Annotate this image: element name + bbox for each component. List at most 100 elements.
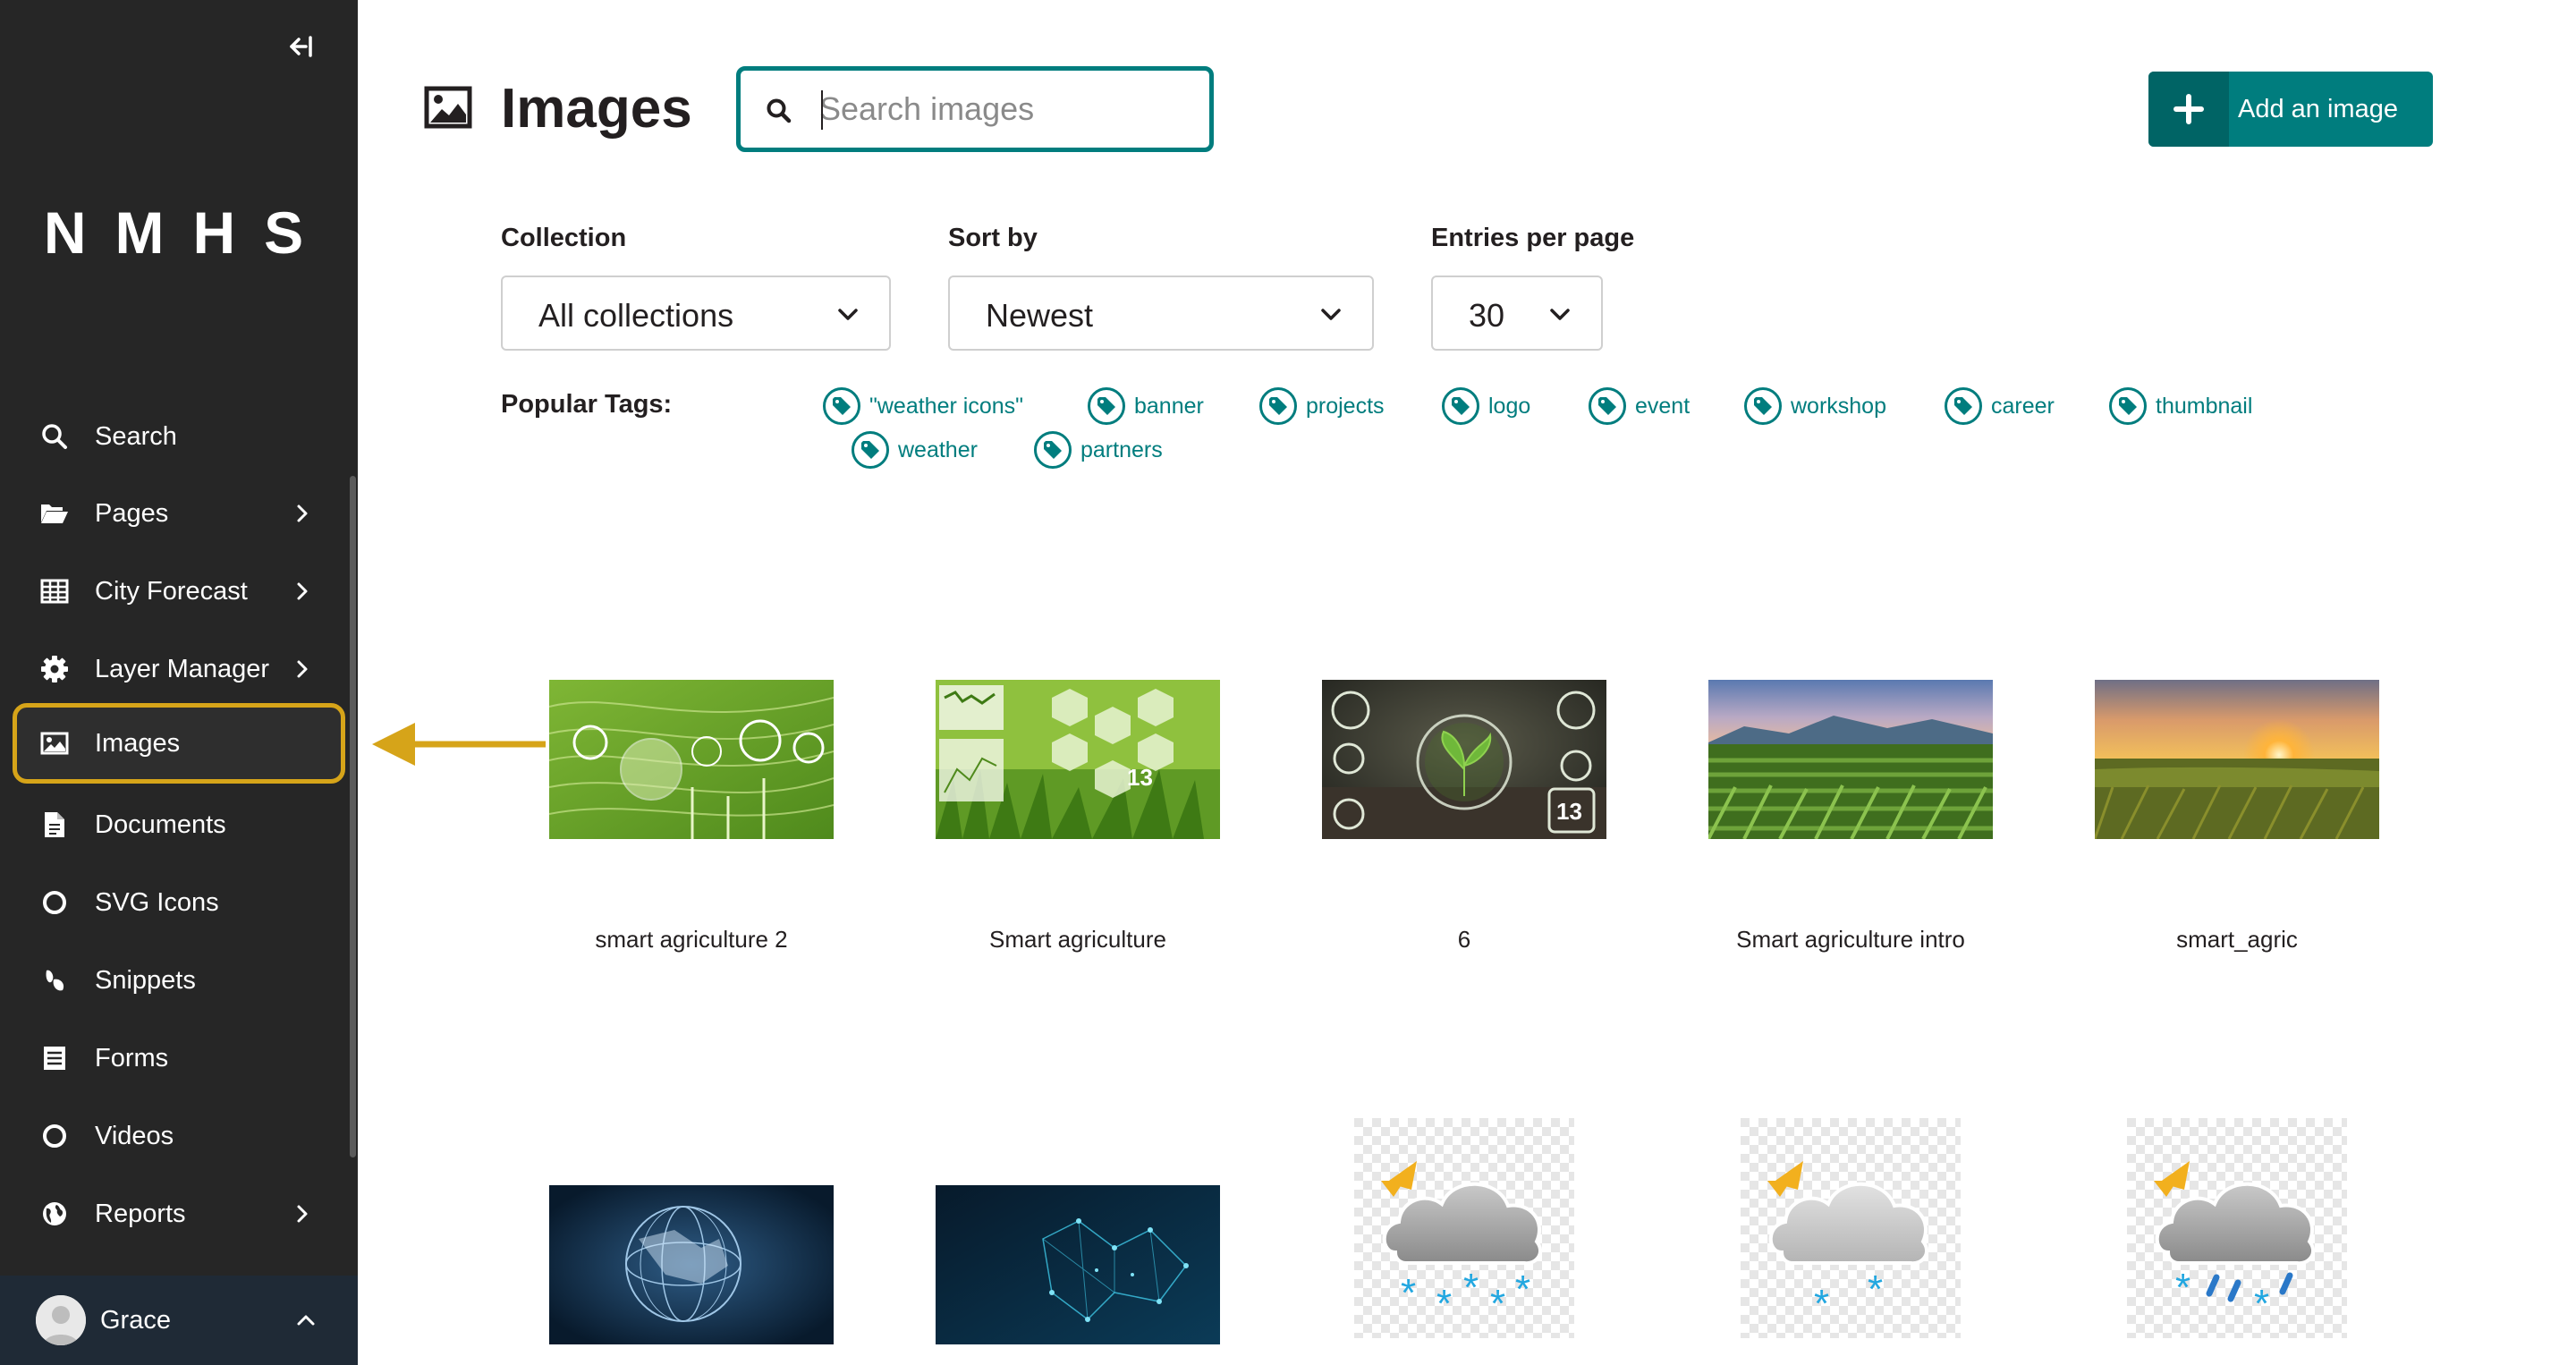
image-thumbnail[interactable] bbox=[936, 1185, 1220, 1344]
tag-weather-icons[interactable]: "weather icons" bbox=[823, 386, 1023, 426]
chevron-down-icon bbox=[1321, 309, 1341, 320]
tag-label: weather bbox=[898, 437, 978, 462]
tag-label: partners bbox=[1080, 437, 1163, 462]
plus-icon-container bbox=[2148, 72, 2229, 147]
text-caret bbox=[821, 90, 823, 130]
sidebar-item-label: Search bbox=[95, 421, 177, 451]
entries-per-page-value: 30 bbox=[1469, 297, 1505, 334]
page-title: Images bbox=[501, 78, 692, 140]
collection-select[interactable]: All collections bbox=[501, 276, 891, 351]
tag-label: event bbox=[1635, 393, 1690, 419]
svg-text:*: * bbox=[2254, 1282, 2269, 1326]
entries-per-page-select[interactable]: 30 bbox=[1431, 276, 1603, 351]
image-thumbnail[interactable] bbox=[1708, 680, 1993, 839]
svg-text:*: * bbox=[1463, 1266, 1479, 1310]
sidebar-item-images[interactable]: Images bbox=[13, 703, 345, 784]
circle-icon bbox=[39, 1121, 70, 1151]
image-thumbnail[interactable] bbox=[2095, 680, 2379, 839]
image-thumbnail[interactable]: 13 bbox=[936, 680, 1220, 839]
image-thumbnail[interactable]: * * * * * bbox=[1354, 1118, 1574, 1338]
tag-logo[interactable]: logo bbox=[1442, 386, 1530, 426]
tag-weather[interactable]: weather bbox=[852, 430, 978, 470]
globe-icon bbox=[39, 1199, 70, 1229]
svg-text:13: 13 bbox=[1127, 764, 1153, 791]
tag-label: banner bbox=[1134, 393, 1204, 419]
svg-text:*: * bbox=[1401, 1271, 1416, 1315]
tag-icon bbox=[1442, 387, 1479, 425]
sidebar-item-forms[interactable]: Forms bbox=[13, 1021, 345, 1096]
sort-label: Sort by bbox=[948, 224, 1038, 252]
search-icon bbox=[767, 98, 792, 123]
chevron-down-icon bbox=[1550, 309, 1570, 320]
image-thumbnail[interactable]: * * bbox=[2127, 1118, 2347, 1338]
sort-value: Newest bbox=[986, 297, 1094, 334]
chevron-right-icon bbox=[297, 1205, 308, 1223]
sidebar-item-svg-icons[interactable]: SVG Icons bbox=[13, 865, 345, 940]
form-icon bbox=[39, 1043, 70, 1073]
svg-text:*: * bbox=[2175, 1266, 2190, 1310]
add-image-label: Add an image bbox=[2238, 95, 2398, 123]
image-thumbnail[interactable]: 13 bbox=[1322, 680, 1606, 839]
image-title[interactable]: smart_agric bbox=[2044, 926, 2430, 954]
chevron-up-icon bbox=[297, 1315, 315, 1326]
table-icon bbox=[39, 576, 70, 606]
collection-value: All collections bbox=[538, 297, 734, 334]
svg-text:*: * bbox=[1436, 1282, 1452, 1326]
tag-event[interactable]: event bbox=[1589, 386, 1690, 426]
image-title[interactable]: Smart agriculture intro bbox=[1657, 926, 2044, 954]
search-box[interactable] bbox=[736, 66, 1214, 152]
user-menu[interactable]: Grace bbox=[0, 1276, 358, 1365]
tag-banner[interactable]: banner bbox=[1088, 386, 1204, 426]
image-thumbnail[interactable] bbox=[549, 1185, 834, 1344]
search-input[interactable] bbox=[819, 87, 1195, 131]
image-icon bbox=[39, 728, 70, 759]
sidebar-item-city-forecast[interactable]: City Forecast bbox=[13, 554, 345, 629]
add-image-button[interactable]: Add an image bbox=[2148, 72, 2433, 147]
image-icon bbox=[424, 86, 472, 129]
sidebar-item-label: Layer Manager bbox=[95, 654, 270, 683]
sidebar-item-label: SVG Icons bbox=[95, 887, 219, 917]
plus-icon bbox=[2174, 94, 2204, 124]
tag-icon bbox=[1088, 387, 1125, 425]
tag-projects[interactable]: projects bbox=[1259, 386, 1385, 426]
collapse-sidebar-button[interactable] bbox=[283, 30, 315, 63]
chevron-right-icon bbox=[297, 504, 308, 522]
sidebar-item-search[interactable]: Search bbox=[13, 399, 345, 474]
brand-logo[interactable]: NMHS bbox=[0, 199, 358, 267]
sort-select[interactable]: Newest bbox=[948, 276, 1374, 351]
tag-thumbnail[interactable]: thumbnail bbox=[2109, 386, 2252, 426]
tag-icon bbox=[823, 387, 860, 425]
sidebar-item-label: City Forecast bbox=[95, 576, 248, 606]
sidebar-item-layer-manager[interactable]: Layer Manager bbox=[13, 632, 345, 707]
circle-icon bbox=[39, 887, 70, 918]
tag-workshop[interactable]: workshop bbox=[1744, 386, 1886, 426]
svg-text:*: * bbox=[1515, 1268, 1530, 1311]
sidebar-item-label: Forms bbox=[95, 1043, 169, 1072]
sidebar-item-documents[interactable]: Documents bbox=[13, 787, 345, 862]
image-thumbnail[interactable]: * * bbox=[1741, 1118, 1961, 1338]
sidebar: NMHS Search Pages City Forecast Layer Ma… bbox=[0, 0, 358, 1365]
sidebar-item-reports[interactable]: Reports bbox=[13, 1176, 345, 1251]
tag-partners[interactable]: partners bbox=[1034, 430, 1163, 470]
sidebar-item-pages[interactable]: Pages bbox=[13, 476, 345, 551]
sidebar-item-label: Snippets bbox=[95, 965, 196, 995]
sidebar-scrollbar[interactable] bbox=[350, 476, 356, 1157]
image-thumbnail[interactable] bbox=[549, 680, 834, 839]
tag-label: projects bbox=[1306, 393, 1385, 419]
entries-per-page-label: Entries per page bbox=[1431, 224, 1635, 252]
tag-label: logo bbox=[1488, 393, 1531, 419]
gear-icon bbox=[39, 654, 70, 684]
sidebar-item-videos[interactable]: Videos bbox=[13, 1098, 345, 1174]
popular-tags-label: Popular Tags: bbox=[501, 390, 673, 419]
highlight-arrow-icon bbox=[372, 723, 546, 766]
image-title[interactable]: 6 bbox=[1271, 926, 1657, 954]
tag-career[interactable]: career bbox=[1945, 386, 2055, 426]
chevron-down-icon bbox=[838, 309, 858, 320]
avatar bbox=[36, 1295, 86, 1345]
tag-icon bbox=[1259, 387, 1297, 425]
tag-icon bbox=[1589, 387, 1626, 425]
sidebar-item-snippets[interactable]: Snippets bbox=[13, 943, 345, 1018]
image-title[interactable]: Smart agriculture bbox=[885, 926, 1271, 954]
sidebar-item-label: Videos bbox=[95, 1121, 174, 1150]
image-title[interactable]: smart agriculture 2 bbox=[498, 926, 885, 954]
